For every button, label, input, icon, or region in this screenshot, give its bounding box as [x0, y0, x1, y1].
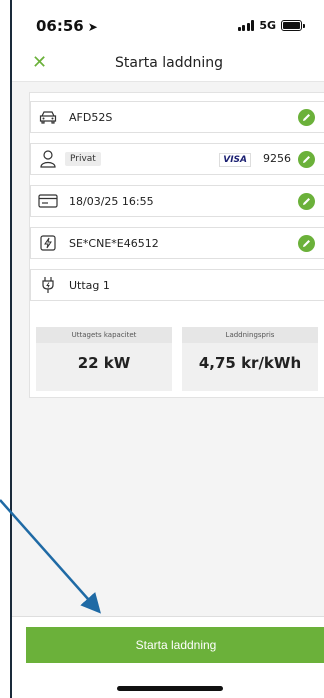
capacity-value: 22 kW	[77, 354, 131, 372]
vehicle-row[interactable]: AFD52S	[30, 101, 324, 133]
start-charging-button[interactable]: Starta laddning	[26, 627, 324, 663]
account-type-chip: Privat	[65, 152, 101, 166]
battery-icon	[281, 20, 305, 31]
card-icon	[37, 190, 59, 212]
datetime: 18/03/25 16:55	[69, 194, 154, 208]
card-brand-logo: VISA	[219, 153, 251, 167]
account-row[interactable]: Privat VISA 9256	[30, 143, 324, 175]
bottom-divider	[12, 616, 324, 617]
pencil-icon[interactable]	[298, 109, 315, 126]
location-arrow-icon: ➤	[87, 20, 98, 34]
pencil-icon[interactable]	[298, 193, 315, 210]
status-bar: 06:56 ➤ 5G	[12, 0, 324, 52]
outlet-label: Uttag 1	[69, 278, 110, 292]
status-time: 06:56 ➤	[36, 17, 98, 35]
charge-card-row[interactable]: SE*CNE*E46512	[30, 227, 324, 259]
price-label: Laddningspris	[182, 327, 318, 343]
phone-screen: 06:56 ➤ 5G ✕ Starta laddning AFD52S Priv…	[10, 0, 324, 698]
charging-details-card: AFD52S Privat VISA 9256 18/03/25 16:55 S…	[29, 92, 324, 398]
car-icon	[37, 106, 59, 128]
nav-bar: ✕ Starta laddning	[12, 52, 324, 82]
price-value: 4,75 kr/kWh	[198, 354, 302, 372]
charge-tag-icon	[37, 232, 59, 254]
pencil-icon[interactable]	[298, 235, 315, 252]
user-icon	[37, 148, 59, 170]
pencil-icon[interactable]	[298, 151, 315, 168]
main-content: AFD52S Privat VISA 9256 18/03/25 16:55 S…	[12, 82, 324, 616]
signal-icon	[237, 20, 255, 31]
home-indicator	[117, 686, 223, 691]
page-title: Starta laddning	[115, 55, 223, 71]
outlet-row: Uttag 1	[30, 269, 324, 301]
network-type: 5G	[259, 19, 276, 32]
price-box: Laddningspris 4,75 kr/kWh	[182, 327, 318, 391]
status-indicators: 5G	[237, 19, 305, 32]
capacity-label: Uttagets kapacitet	[36, 327, 172, 343]
plug-icon	[37, 274, 59, 296]
status-time-text: 06:56	[36, 17, 84, 35]
card-id: SE*CNE*E46512	[69, 236, 159, 250]
card-last4: 9256	[263, 152, 291, 165]
vehicle-plate: AFD52S	[69, 110, 113, 124]
datetime-row[interactable]: 18/03/25 16:55	[30, 185, 324, 217]
capacity-box: Uttagets kapacitet 22 kW	[36, 327, 172, 391]
